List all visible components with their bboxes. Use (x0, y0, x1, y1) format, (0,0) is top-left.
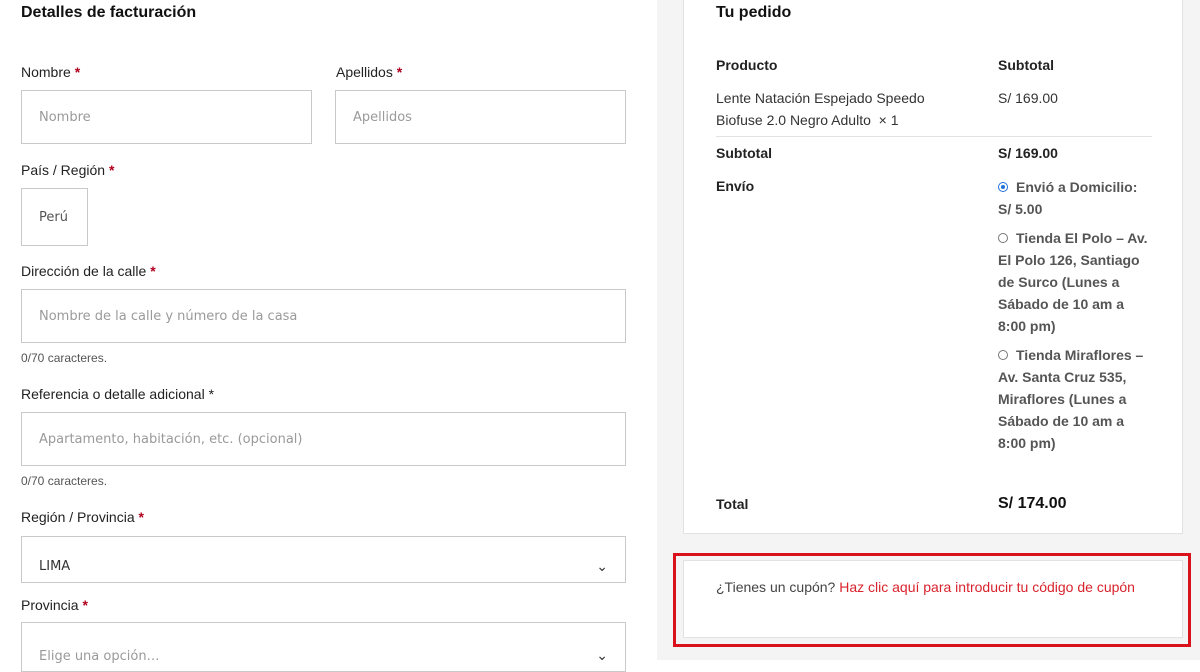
total-label: Total (716, 496, 749, 512)
street-input[interactable]: Nombre de la calle y número de la casa (21, 289, 626, 343)
region-label: Región / Provincia * (21, 509, 144, 525)
order-item-name: Lente Natación Espejado Speedo Biofuse 2… (716, 90, 925, 128)
coupon-notice (683, 560, 1183, 638)
region-value: LIMA (39, 559, 71, 574)
street-char-counter: 0/70 caracteres. (21, 351, 108, 365)
region-select[interactable]: LIMA ⌄ (21, 536, 626, 583)
last-name-input[interactable]: Apellidos (335, 90, 626, 144)
province-label: Provincia * (21, 597, 88, 613)
country-select[interactable]: Perú (21, 188, 88, 246)
shipping-label: Envío (716, 178, 755, 194)
reference-label: Referencia o detalle adicional * (21, 386, 215, 402)
subtotal-value: S/ 169.00 (998, 145, 1058, 161)
subtotal-label: Subtotal (716, 145, 772, 161)
radio-selected-icon[interactable] (998, 182, 1008, 192)
coupon-prompt: ¿Tienes un cupón? (716, 579, 836, 595)
coupon-text: ¿Tienes un cupón? Haz clic aquí para int… (716, 576, 1146, 598)
province-value: Elige una opción… (39, 648, 160, 664)
col-subtotal-header: Subtotal (998, 57, 1054, 73)
reference-input[interactable]: Apartamento, habitación, etc. (opcional) (21, 412, 626, 466)
billing-title: Detalles de facturación (21, 4, 197, 21)
country-label: País / Región * (21, 162, 115, 178)
shipping-option-home[interactable]: Envió a Domicilio: S/ 5.00 (998, 176, 1148, 220)
divider (716, 136, 1152, 137)
shipping-option-miraflores[interactable]: Tienda Miraflores – Av. Santa Cruz 535, … (998, 344, 1148, 454)
chevron-down-icon: ⌄ (596, 558, 608, 575)
reference-char-counter: 0/70 caracteres. (21, 474, 108, 488)
shipping-option-el-polo[interactable]: Tienda El Polo – Av. El Polo 126, Santia… (998, 227, 1148, 337)
coupon-link[interactable]: Haz clic aquí para introducir tu código … (839, 579, 1135, 595)
col-product-header: Producto (716, 57, 778, 73)
order-title: Tu pedido (716, 4, 792, 21)
first-name-input[interactable]: Nombre (21, 90, 312, 144)
province-select[interactable]: Elige una opción… ⌄ (21, 622, 626, 672)
last-name-label: Apellidos * (336, 64, 403, 80)
radio-icon[interactable] (998, 233, 1008, 243)
radio-icon[interactable] (998, 350, 1008, 360)
order-item-price: S/ 169.00 (998, 90, 1058, 106)
first-name-label: Nombre * (21, 64, 81, 80)
total-value: S/ 174.00 (998, 495, 1067, 512)
street-label: Dirección de la calle * (21, 263, 156, 279)
order-item-qty: × 1 (878, 112, 899, 128)
chevron-down-icon: ⌄ (596, 648, 608, 664)
